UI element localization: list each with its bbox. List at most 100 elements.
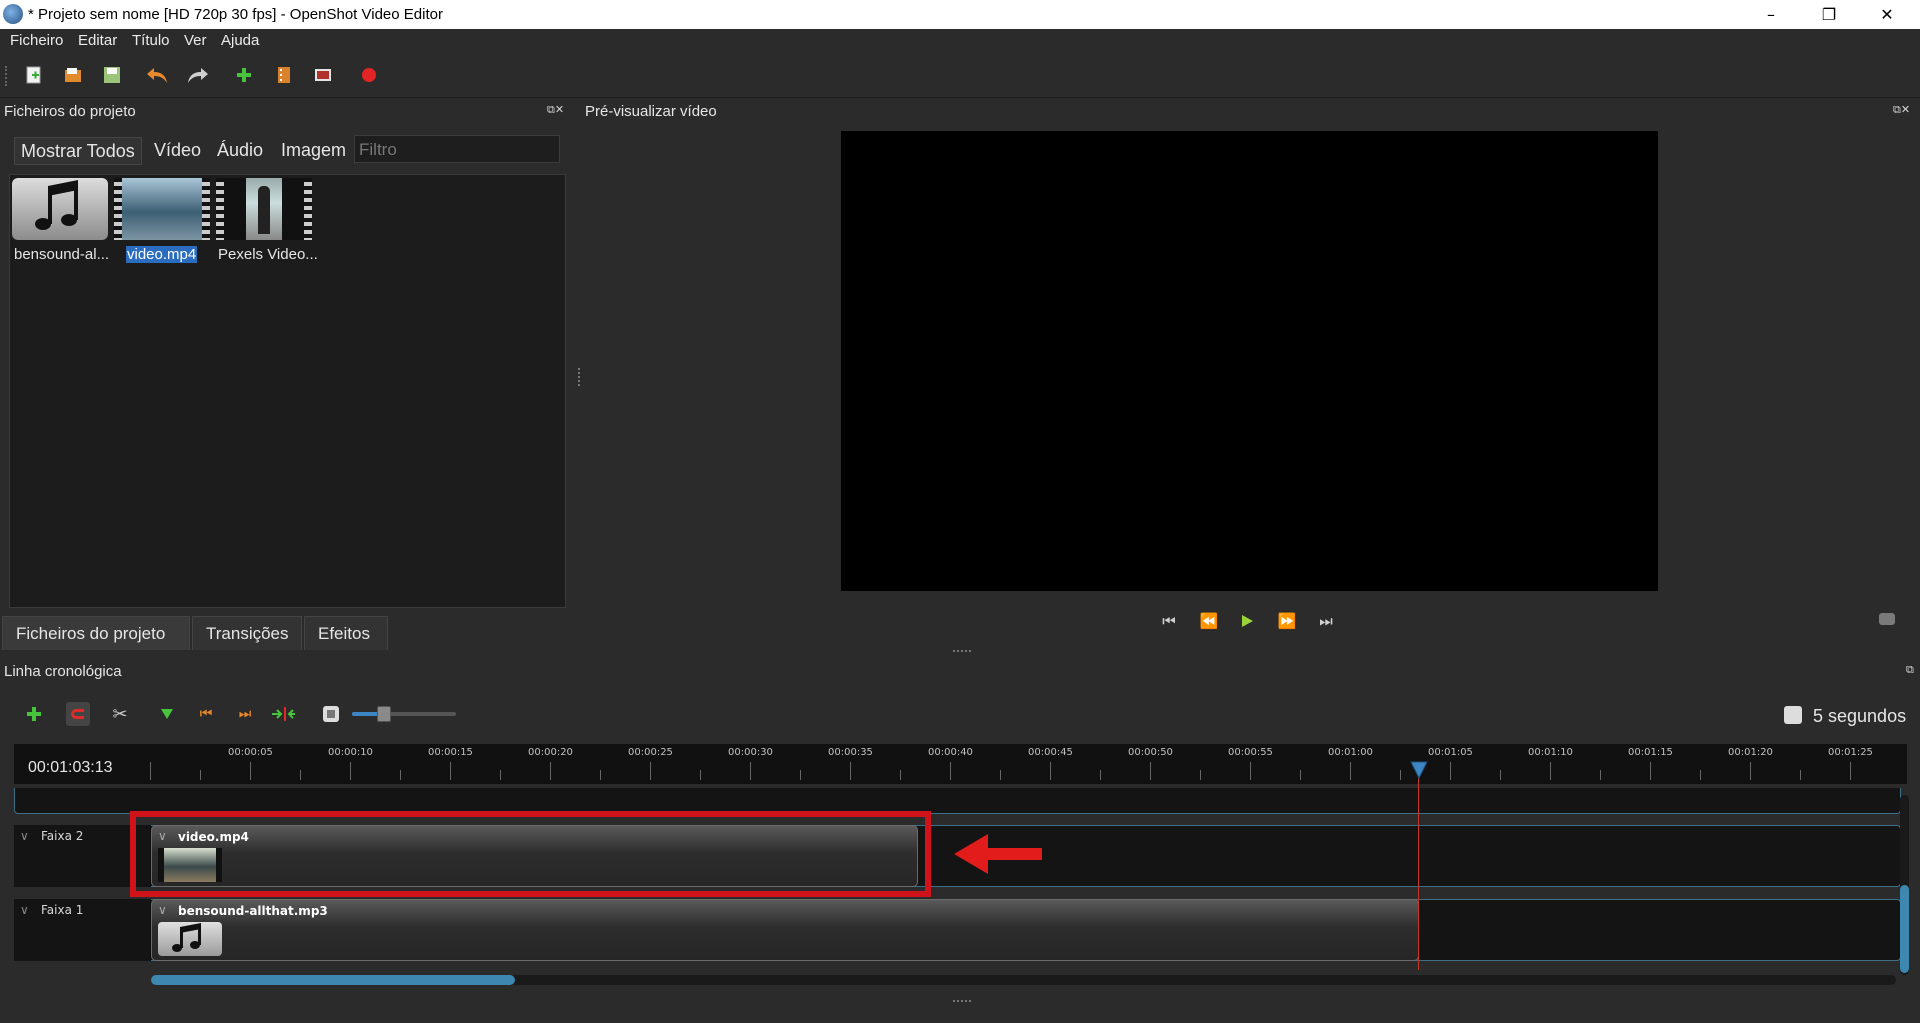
file-thumb-video[interactable] — [114, 178, 210, 240]
ruler-tick — [300, 770, 301, 780]
export-video-icon[interactable] — [357, 63, 381, 87]
track-collapse-icon[interactable]: ∨ — [20, 829, 29, 843]
file-thumb-audio[interactable] — [12, 178, 108, 240]
ruler-label: 00:00:35 — [828, 747, 873, 758]
play-icon[interactable] — [1236, 610, 1258, 632]
ruler-label: 00:01:15 — [1628, 747, 1673, 758]
red-arrow-icon — [952, 830, 1044, 882]
ruler-tick — [1750, 762, 1751, 780]
rewind-icon[interactable]: ⏪ — [1198, 610, 1220, 632]
ruler-tick — [350, 762, 351, 780]
ruler-tick — [450, 762, 451, 780]
next-marker-icon[interactable]: ⏭ — [233, 702, 257, 726]
add-marker-icon[interactable] — [155, 702, 179, 726]
vertical-scrollbar[interactable] — [1900, 795, 1909, 975]
ruler-label: 00:01:25 — [1828, 747, 1873, 758]
person-silhouette — [258, 186, 270, 234]
film-strip-right — [304, 178, 312, 240]
fast-forward-icon[interactable]: ⏩ — [1276, 610, 1298, 632]
track-header-faixa-1[interactable]: ∨ Faixa 1 — [14, 899, 151, 961]
ruler-tick — [1700, 770, 1701, 780]
film-strip-right — [202, 178, 210, 240]
highlight-box — [130, 811, 931, 897]
menu-ver[interactable]: Ver — [184, 32, 207, 49]
ruler-tick — [800, 770, 801, 780]
ruler-label: 00:00:40 — [928, 747, 973, 758]
timeline-ruler[interactable]: 00:01:03:13 00:00:05 00:00:10 00:00:15 00:0… — [14, 744, 1907, 784]
ruler-label: 00:00:55 — [1228, 747, 1273, 758]
menu-titulo[interactable]: Título — [132, 32, 170, 49]
add-track-icon[interactable] — [22, 702, 46, 726]
toolbar-grip[interactable] — [5, 66, 11, 86]
zoom-slider-track[interactable] — [352, 712, 456, 716]
tab-transitions[interactable]: Transições — [192, 616, 302, 650]
menu-ajuda[interactable]: Ajuda — [221, 32, 259, 49]
panel-float-icon[interactable]: ⧉ — [1906, 663, 1914, 677]
tab-image[interactable]: Imagem — [275, 137, 352, 163]
ruler-label: 00:00:30 — [728, 747, 773, 758]
file-thumb-pexels[interactable] — [216, 178, 312, 240]
jump-start-icon[interactable]: ⏮ — [1158, 610, 1180, 632]
panel-float-close-icon[interactable]: ⧉✕ — [547, 103, 564, 117]
video-preview[interactable] — [841, 131, 1658, 591]
choose-profile-icon[interactable] — [272, 63, 296, 87]
ruler-tick — [1150, 762, 1151, 780]
ruler-tick — [1850, 762, 1851, 780]
restore-button[interactable]: ❐ — [1800, 0, 1858, 29]
ruler-tick — [1400, 770, 1401, 780]
center-playhead-icon[interactable] — [271, 702, 295, 726]
clip-name: bensound-allthat.mp3 — [178, 904, 328, 918]
preview-title: Pré-visualizar vídeo — [585, 103, 717, 120]
ruler-tick — [1000, 770, 1001, 780]
ruler-label: 00:01:00 — [1328, 747, 1373, 758]
tab-show-all[interactable]: Mostrar Todos — [14, 137, 142, 165]
ruler-tick — [550, 762, 551, 780]
horizontal-scrollbar[interactable] — [151, 975, 1896, 985]
tab-effects[interactable]: Efeitos — [304, 616, 388, 650]
clip-menu-icon[interactable]: ∨ — [158, 903, 167, 917]
clip-audio[interactable]: ∨ bensound-allthat.mp3 — [151, 899, 1419, 961]
tab-video[interactable]: Vídeo — [148, 137, 207, 163]
import-files-icon[interactable] — [232, 63, 256, 87]
undo-icon[interactable] — [145, 63, 169, 87]
track-name: Faixa 2 — [41, 829, 84, 843]
camera-snapshot-icon[interactable] — [1879, 613, 1895, 625]
bottom-splitter[interactable] — [953, 1000, 971, 1004]
snapping-magnet-icon[interactable] — [66, 702, 90, 726]
menu-ficheiro[interactable]: Ficheiro — [10, 32, 63, 49]
jump-end-icon[interactable]: ⏭ — [1315, 610, 1337, 632]
ruler-label: 00:00:25 — [628, 747, 673, 758]
minimize-button[interactable]: – — [1742, 0, 1800, 29]
vertical-scrollbar-thumb[interactable] — [1900, 885, 1909, 973]
file-label-video[interactable]: video.mp4 — [126, 246, 198, 263]
ruler-tick — [1450, 762, 1451, 780]
horizontal-splitter[interactable] — [953, 650, 971, 654]
tab-audio[interactable]: Áudio — [211, 137, 269, 163]
new-project-icon[interactable] — [22, 63, 46, 87]
playhead-handle-icon[interactable] — [1409, 760, 1429, 784]
horizontal-scrollbar-thumb[interactable] — [151, 975, 515, 985]
razor-icon[interactable]: ✂ — [108, 702, 132, 726]
zoom-fit-icon[interactable] — [319, 702, 343, 726]
save-project-icon[interactable] — [100, 63, 124, 87]
ruler-label: 00:00:05 — [228, 747, 273, 758]
previous-marker-icon[interactable]: ⏮ — [194, 702, 218, 726]
close-button[interactable]: ✕ — [1858, 0, 1916, 29]
file-label-audio[interactable]: bensound-al... — [14, 246, 109, 263]
current-time: 00:01:03:13 — [28, 759, 113, 776]
redo-icon[interactable] — [186, 63, 210, 87]
panel-splitter[interactable] — [578, 368, 582, 386]
filter-input[interactable]: Filtro — [354, 135, 560, 163]
fullscreen-icon[interactable] — [311, 63, 335, 87]
zoom-slider-handle[interactable] — [377, 706, 392, 722]
ruler-tick — [600, 770, 601, 780]
open-project-icon[interactable] — [61, 63, 85, 87]
tab-project-files[interactable]: Ficheiros do projeto — [2, 616, 190, 650]
zoom-icon[interactable] — [1784, 706, 1802, 724]
ruler-tick — [1050, 762, 1051, 780]
file-label-pexels[interactable]: Pexels Video... — [218, 246, 318, 263]
track-collapse-icon[interactable]: ∨ — [20, 903, 29, 917]
ruler-label: 00:00:45 — [1028, 747, 1073, 758]
menu-editar[interactable]: Editar — [78, 32, 117, 49]
panel-float-close-icon[interactable]: ⧉✕ — [1893, 103, 1910, 117]
